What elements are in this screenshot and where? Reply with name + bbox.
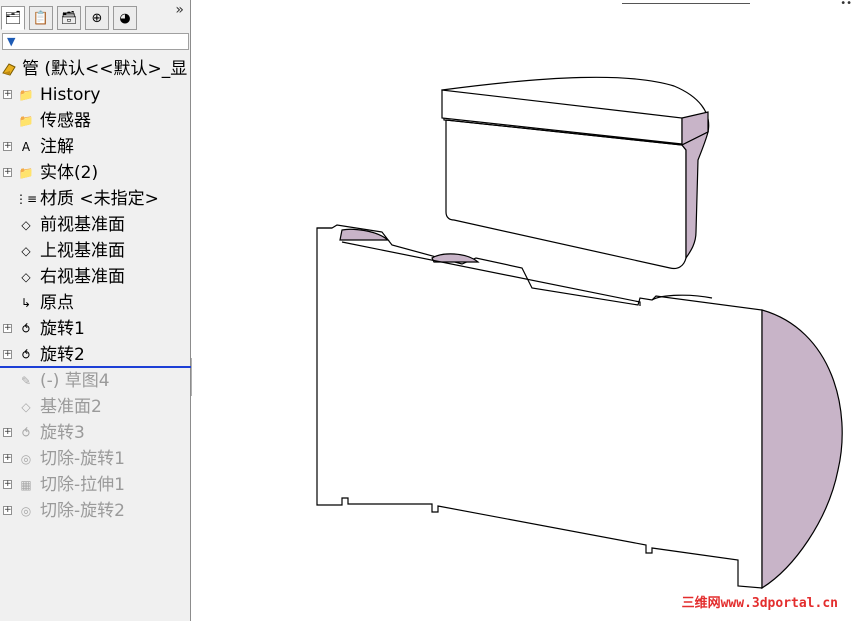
- cap-body[interactable]: [441, 76, 710, 270]
- tree-item-label: 旋转3: [40, 423, 85, 443]
- feature-tree: 管 (默认<<默认>_显 + 📁 History 📁 传感器 + A 注解 + 📁 实体(2) ⋮≡ 材…: [0, 56, 191, 524]
- tree-item[interactable]: ◇ 右视基准面: [0, 264, 191, 290]
- tree-item-label: 原点: [40, 293, 74, 313]
- plane-icon: ◇: [21, 270, 31, 284]
- rollback-bar[interactable]: [0, 366, 191, 368]
- revolve-icon: ⥀: [21, 426, 31, 440]
- tree-item[interactable]: + ⥀ 旋转3: [0, 420, 191, 446]
- feature-manager-panel: 🗂 📋 🗃 ⊕ ◕ » ▼ 管 (默认<<默认>_显 + 📁 History 📁 传感器 + A 注解…: [0, 0, 191, 621]
- tree-item[interactable]: + 📁 实体(2): [0, 160, 191, 186]
- dimxpert-icon: ⊕: [91, 10, 103, 26]
- graphics-viewport[interactable]: •• 三维网www.3dportal.cn: [192, 0, 856, 621]
- revolve-icon: ⥀: [21, 348, 31, 362]
- tree-item[interactable]: ↳ 原点: [0, 290, 191, 316]
- panel-tab-strip: 🗂 📋 🗃 ⊕ ◕: [0, 6, 191, 32]
- property-manager-icon: 📋: [32, 10, 50, 26]
- feature-tree-icon: 🗂: [4, 10, 22, 26]
- origin-icon: ↳: [20, 296, 32, 310]
- tree-item-label: 右视基准面: [40, 267, 125, 287]
- annotation-icon: A: [21, 140, 31, 154]
- tree-item-label: 前视基准面: [40, 215, 125, 235]
- expand-plus-icon[interactable]: +: [3, 428, 12, 437]
- plane-icon: ◇: [21, 244, 31, 258]
- tree-item[interactable]: + ◎ 切除-旋转2: [0, 498, 191, 524]
- tree-item-label: (-) 草图4: [40, 371, 110, 391]
- cut-revolve-icon: ◎: [20, 452, 32, 466]
- property-manager-tab[interactable]: 📋: [29, 6, 53, 30]
- watermark-text: 三维网www.3dportal.cn: [681, 596, 838, 611]
- sketch-icon: ✎: [20, 374, 32, 388]
- filter-icon[interactable]: ▼: [7, 35, 15, 48]
- solid-bodies-icon: 📁: [18, 166, 34, 180]
- tree-item-label: 切除-旋转1: [40, 449, 125, 469]
- tree-root-part[interactable]: 管 (默认<<默认>_显: [0, 56, 191, 82]
- tree-item[interactable]: + ⥀ 旋转2: [0, 342, 191, 368]
- tree-item-label: 旋转1: [40, 319, 85, 339]
- tree-item-label: 切除-拉伸1: [40, 475, 125, 495]
- display-manager-icon: ◕: [119, 10, 131, 26]
- tree-item[interactable]: + ▦ 切除-拉伸1: [0, 472, 191, 498]
- tree-item-label: 注解: [40, 137, 74, 157]
- sensor-icon: 📁: [18, 114, 34, 128]
- expand-plus-icon[interactable]: +: [3, 480, 12, 489]
- material-icon: ⋮≡: [14, 192, 38, 206]
- part-icon: [1, 61, 17, 77]
- tree-item[interactable]: + ◎ 切除-旋转1: [0, 446, 191, 472]
- configuration-icon: 🗃: [60, 10, 78, 26]
- dimxpert-tab[interactable]: ⊕: [85, 6, 109, 30]
- expand-plus-icon[interactable]: +: [3, 506, 12, 515]
- cut-extrude-icon: ▦: [20, 478, 32, 492]
- model-view[interactable]: [192, 0, 856, 621]
- tree-item[interactable]: ◇ 上视基准面: [0, 238, 191, 264]
- configuration-manager-tab[interactable]: 🗃: [57, 6, 81, 30]
- tree-item[interactable]: ⋮≡ 材质 <未指定>: [0, 186, 191, 212]
- expand-plus-icon[interactable]: +: [3, 142, 12, 151]
- expand-panel-icon[interactable]: »: [175, 2, 184, 18]
- expand-plus-icon[interactable]: +: [3, 324, 12, 333]
- expand-plus-icon[interactable]: +: [3, 350, 12, 359]
- tree-item-label: 传感器: [40, 111, 91, 131]
- tree-item[interactable]: 📁 传感器: [0, 108, 191, 134]
- tree-item[interactable]: ◇ 基准面2: [0, 394, 191, 420]
- expand-plus-icon[interactable]: +: [3, 90, 12, 99]
- expand-plus-icon[interactable]: +: [3, 168, 12, 177]
- revolve-icon: ⥀: [21, 322, 31, 336]
- history-folder-icon: 📁: [18, 88, 34, 102]
- plane-icon: ◇: [21, 400, 31, 414]
- expand-plus-icon[interactable]: +: [3, 454, 12, 463]
- pipe-body[interactable]: [316, 224, 843, 590]
- tree-item[interactable]: ◇ 前视基准面: [0, 212, 191, 238]
- display-manager-tab[interactable]: ◕: [113, 6, 137, 30]
- tree-item-label: 切除-旋转2: [40, 501, 125, 521]
- plane-icon: ◇: [21, 218, 31, 232]
- tree-item[interactable]: ✎ (-) 草图4: [0, 368, 191, 394]
- tree-item-label: 上视基准面: [40, 241, 125, 261]
- tree-item[interactable]: + A 注解: [0, 134, 191, 160]
- tree-item-label: 基准面2: [40, 397, 102, 417]
- tree-root-label: 管 (默认<<默认>_显: [22, 59, 188, 79]
- tree-item-label: 实体(2): [40, 163, 99, 183]
- tree-item-label: 材质 <未指定>: [40, 189, 159, 209]
- tree-item[interactable]: + ⥀ 旋转1: [0, 316, 191, 342]
- filter-bar[interactable]: ▼: [2, 33, 189, 50]
- tree-item-label: 旋转2: [40, 345, 85, 365]
- feature-manager-tab[interactable]: 🗂: [1, 6, 25, 30]
- cut-revolve-icon: ◎: [20, 504, 32, 518]
- tree-item-label: History: [40, 85, 101, 105]
- tree-item[interactable]: + 📁 History: [0, 82, 191, 108]
